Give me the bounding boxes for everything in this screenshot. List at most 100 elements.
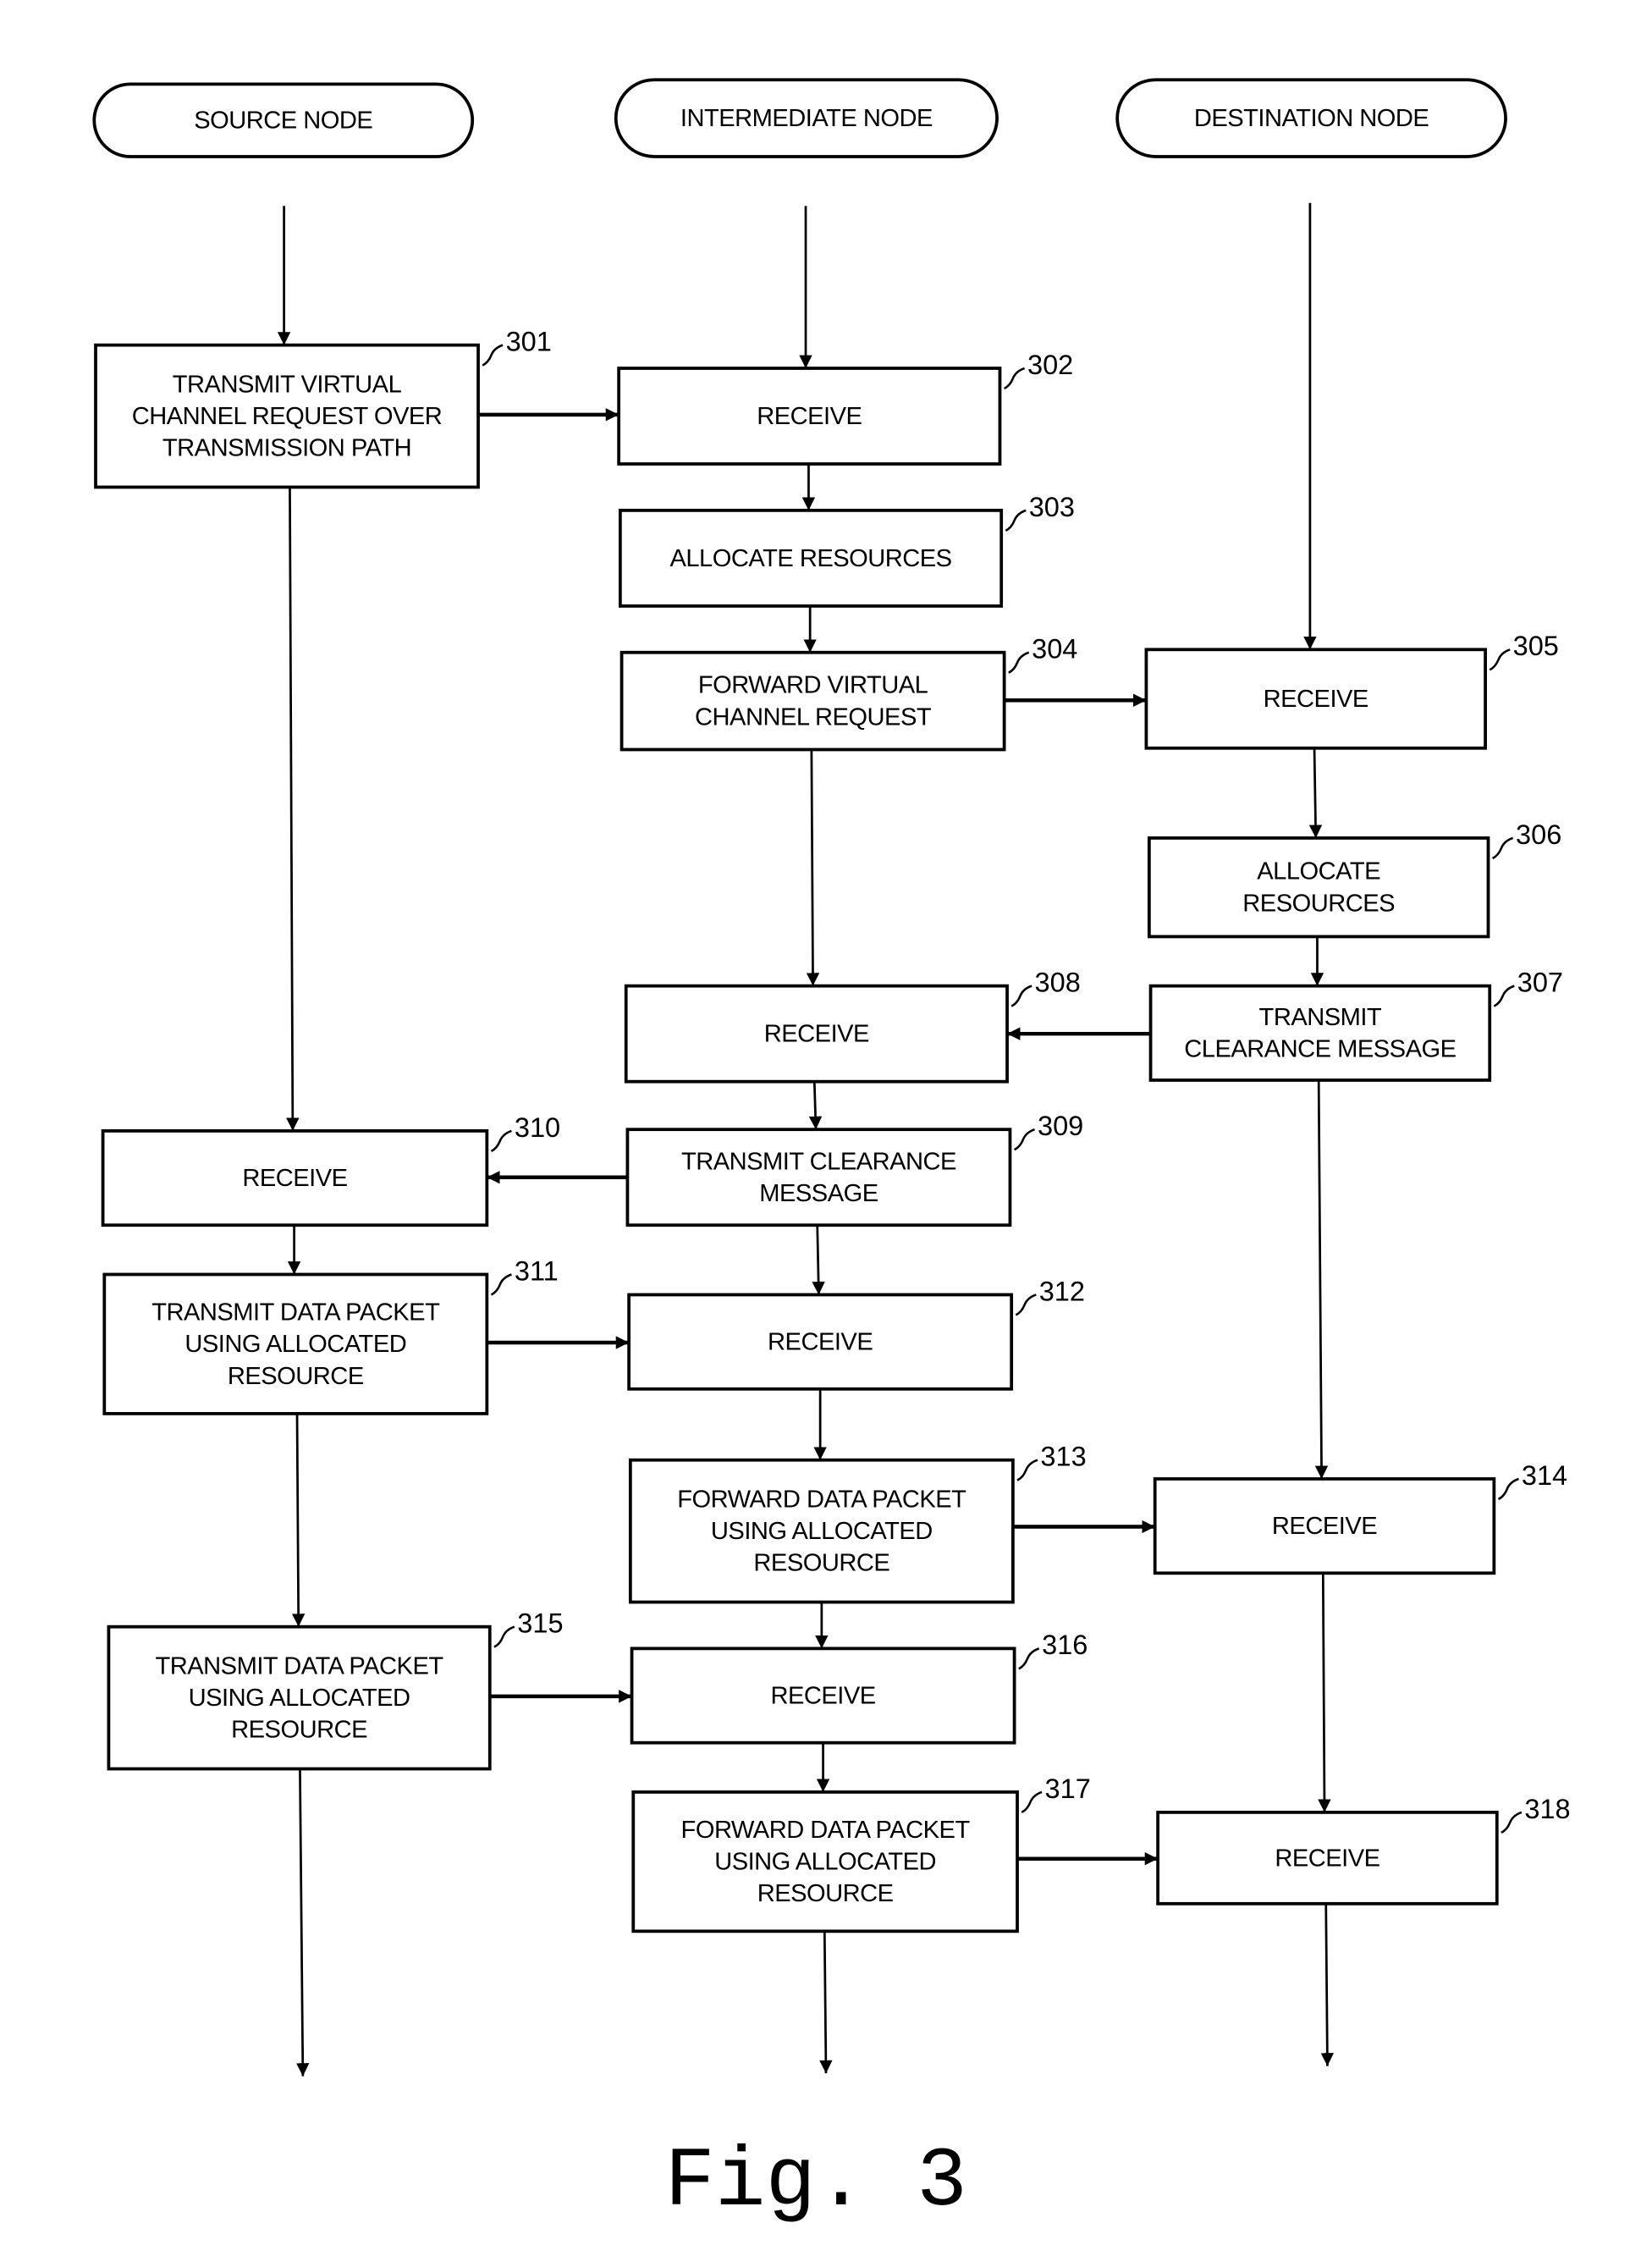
reference-numeral: 311: [515, 1255, 559, 1286]
reference-numeral: 315: [517, 1608, 563, 1639]
reference-numeral: 303: [1029, 492, 1075, 522]
step-307: TRANSMIT CLEARANCE MESSAGE 307: [1148, 968, 1563, 1082]
reference-numeral: 308: [1035, 968, 1081, 998]
lane-header-intermediate: INTERMEDIATE NODE: [614, 78, 999, 158]
reference-leader: [493, 1625, 515, 1648]
lane-header-source: SOURCE NODE: [92, 82, 475, 158]
step-label-line: RECEIVE: [1275, 1845, 1379, 1872]
reference-leader: [1015, 1293, 1037, 1316]
step-313: FORWARD DATA PACKET USING ALLOCATED RESOUR…: [628, 1442, 1087, 1604]
reference-leader: [1005, 509, 1027, 532]
reference-leader: [1018, 1647, 1040, 1670]
lane-header-label: DESTINATION NODE: [1194, 105, 1429, 132]
arrow-305-306: [1308, 747, 1323, 838]
arrow-314-318: [1318, 1573, 1331, 1812]
reference-leader: [482, 344, 504, 367]
flowchart-diagram: SOURCE NODE INTERMEDIATE NODE DESTINATION …: [92, 78, 1571, 2230]
step-label-line: FORWARD DATA PACKET: [677, 1486, 966, 1513]
reference-numeral: 304: [1032, 634, 1077, 665]
reference-numeral: 309: [1038, 1111, 1083, 1141]
step-305: RECEIVE 305: [1144, 631, 1559, 750]
step-label-line: TRANSMIT CLEARANCE: [681, 1148, 956, 1175]
reference-numeral: 301: [506, 327, 552, 357]
reference-numeral: 314: [1522, 1460, 1567, 1491]
step-label-line: MESSAGE: [759, 1180, 878, 1207]
arrow-311-315: [291, 1413, 306, 1627]
reference-numeral: 310: [515, 1112, 560, 1143]
lane-header-label: INTERMEDIATE NODE: [680, 105, 933, 132]
step-label-line: TRANSMISSION PATH: [162, 435, 411, 462]
step-309: TRANSMIT CLEARANCE MESSAGE 309: [625, 1111, 1083, 1227]
reference-leader: [1021, 1790, 1043, 1814]
step-label-line: FORWARD VIRTUAL: [698, 672, 928, 699]
step-box: [1147, 836, 1490, 939]
process-steps: TRANSMIT VIRTUAL CHANNEL REQUEST OVER TRAN…: [94, 327, 1571, 1933]
reference-numeral: 307: [1517, 968, 1563, 998]
step-label-line: RECEIVE: [1264, 686, 1368, 713]
step-box: [1148, 984, 1492, 1082]
step-311: TRANSMIT DATA PACKET USING ALLOCATED RESOU…: [102, 1255, 559, 1415]
arrow-301-310: [286, 487, 300, 1131]
arrow-308-309: [808, 1081, 823, 1130]
step-318: RECEIVE 318: [1156, 1794, 1571, 1906]
reference-numeral: 313: [1040, 1442, 1086, 1472]
step-label-line: RESOURCE: [753, 1550, 889, 1577]
step-label-line: USING ALLOCATED: [714, 1849, 936, 1876]
arrow-315-end: [296, 1768, 310, 2077]
reference-numeral: 318: [1524, 1794, 1570, 1824]
step-306: ALLOCATE RESOURCES 306: [1147, 819, 1561, 939]
step-316: RECEIVE 316: [630, 1630, 1088, 1745]
step-310: RECEIVE 310: [101, 1112, 560, 1227]
arrow-309-312: [812, 1225, 825, 1295]
step-label-line: RESOURCES: [1242, 890, 1395, 917]
step-312: RECEIVE 312: [627, 1276, 1085, 1391]
reference-leader: [1003, 367, 1026, 390]
step-label-line: TRANSMIT DATA PACKET: [156, 1652, 444, 1680]
step-314: RECEIVE 314: [1153, 1460, 1567, 1575]
reference-numeral: 306: [1516, 819, 1561, 850]
step-label-line: RESOURCE: [757, 1880, 894, 1907]
lane-header-label: SOURCE NODE: [194, 108, 372, 135]
step-label-line: CHANNEL REQUEST: [695, 703, 932, 731]
step-label-line: RECEIVE: [757, 403, 862, 430]
step-label-line: TRANSMIT DATA PACKET: [151, 1299, 440, 1326]
step-303: ALLOCATE RESOURCES 303: [618, 492, 1075, 608]
step-box: [620, 650, 1006, 752]
step-label-line: RECEIVE: [1272, 1513, 1377, 1540]
reference-leader: [1016, 1459, 1038, 1481]
step-label-line: RESOURCE: [228, 1363, 364, 1390]
step-317: FORWARD DATA PACKET USING ALLOCATED RESOUR…: [631, 1773, 1091, 1933]
reference-numeral: 312: [1039, 1276, 1085, 1306]
step-label-line: ALLOCATE RESOURCES: [669, 545, 951, 572]
step-304: FORWARD VIRTUAL CHANNEL REQUEST 304: [620, 634, 1077, 752]
reference-leader: [1493, 985, 1515, 1007]
step-315: TRANSMIT DATA PACKET USING ALLOCATED RESOU…: [107, 1608, 564, 1771]
step-label-line: TRANSMIT: [1259, 1004, 1382, 1031]
reference-leader: [1010, 985, 1032, 1007]
step-label-line: FORWARD DATA PACKET: [681, 1817, 971, 1844]
step-label-line: ALLOCATE: [1257, 858, 1380, 885]
step-label-line: CLEARANCE MESSAGE: [1184, 1036, 1456, 1063]
step-label-line: CHANNEL REQUEST OVER: [132, 403, 443, 430]
step-308: RECEIVE 308: [624, 968, 1081, 1084]
lane-headers: SOURCE NODE INTERMEDIATE NODE DESTINATION …: [92, 78, 1507, 158]
step-box: [625, 1128, 1012, 1227]
step-301: TRANSMIT VIRTUAL CHANNEL REQUEST OVER TRAN…: [94, 327, 552, 489]
reference-numeral: 316: [1042, 1630, 1088, 1660]
step-label-line: RESOURCE: [231, 1717, 367, 1744]
reference-numeral: 302: [1027, 350, 1073, 380]
step-label-line: RECEIVE: [764, 1021, 869, 1048]
step-label-line: USING ALLOCATED: [184, 1331, 406, 1358]
reference-leader: [1013, 1128, 1036, 1151]
reference-leader: [1501, 1811, 1523, 1834]
lane-header-destination: DESTINATION NODE: [1115, 78, 1507, 158]
reference-leader: [490, 1129, 512, 1153]
arrow-317-end: [819, 1931, 833, 2074]
arrow-304-308: [806, 749, 820, 986]
step-label-line: RECEIVE: [768, 1329, 873, 1356]
reference-leader: [1008, 651, 1030, 674]
reference-numeral: 305: [1513, 631, 1559, 661]
step-label-line: USING ALLOCATED: [711, 1518, 933, 1545]
step-label-line: USING ALLOCATED: [189, 1685, 410, 1712]
reference-leader: [1497, 1477, 1519, 1501]
